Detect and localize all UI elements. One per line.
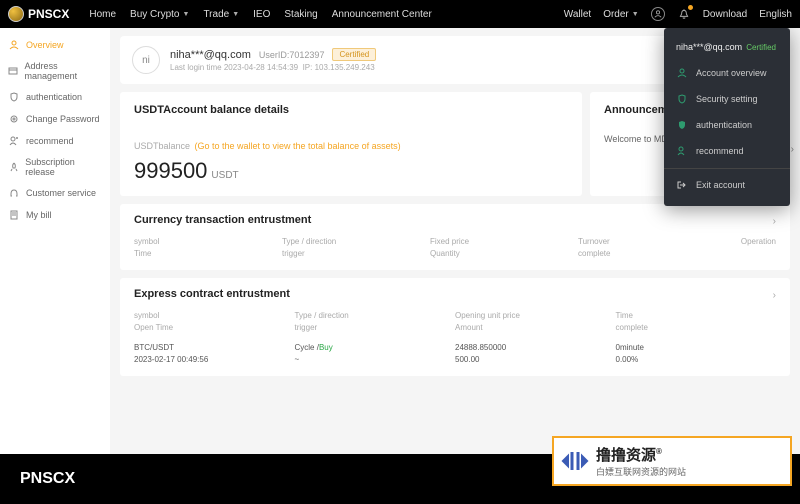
invite-icon bbox=[8, 135, 20, 147]
footer-brand: PNSCX bbox=[20, 470, 75, 488]
invite-icon bbox=[676, 145, 688, 157]
nav-announcement[interactable]: Announcement Center bbox=[332, 9, 432, 20]
headset-icon bbox=[8, 187, 20, 199]
nav-staking[interactable]: Staking bbox=[284, 9, 317, 20]
main-content: ni niha***@qq.com UserID:7012397 Certifi… bbox=[110, 28, 800, 454]
chevron-right-icon[interactable]: › bbox=[773, 216, 776, 227]
bell-icon[interactable] bbox=[677, 7, 691, 21]
user-icon bbox=[8, 39, 20, 51]
caret-down-icon: ▼ bbox=[232, 11, 239, 18]
check-shield-icon bbox=[676, 119, 688, 131]
shield-icon bbox=[8, 91, 20, 103]
sidebar: Overview Address management authenticati… bbox=[0, 28, 110, 454]
avatar: ni bbox=[132, 46, 160, 74]
watermark-icon bbox=[560, 446, 590, 476]
nav-buy-crypto[interactable]: Buy Crypto▼ bbox=[130, 9, 189, 20]
caret-down-icon: ▼ bbox=[632, 11, 639, 18]
brand-name: PNSCX bbox=[28, 7, 69, 21]
nav-home[interactable]: Home bbox=[89, 9, 116, 20]
logo-icon bbox=[8, 6, 24, 22]
table-row: BTC/USDT2023-02-17 00:49:56 Cycle /Buy~ … bbox=[134, 342, 776, 366]
dropdown-recommend[interactable]: recommend bbox=[664, 138, 790, 164]
rocket-icon bbox=[8, 161, 19, 173]
user-icon bbox=[676, 67, 688, 79]
sidebar-recommend[interactable]: recommend bbox=[0, 130, 110, 152]
wallet-link[interactable]: (Go to the wallet to view the total bala… bbox=[194, 141, 400, 151]
nav-download[interactable]: Download bbox=[703, 9, 747, 20]
brand-logo[interactable]: PNSCX bbox=[8, 6, 69, 22]
sidebar-change-password[interactable]: Change Password bbox=[0, 108, 110, 130]
sidebar-bill[interactable]: My bill bbox=[0, 204, 110, 226]
nav-language[interactable]: English bbox=[759, 9, 792, 20]
sidebar-overview[interactable]: Overview bbox=[0, 34, 110, 56]
balance-panel: USDTAccount balance details USDTbalance … bbox=[120, 92, 582, 196]
dropdown-overview[interactable]: Account overview bbox=[664, 60, 790, 86]
gear-icon bbox=[8, 113, 20, 125]
account-dropdown: niha***@qq.comCertified Account overview… bbox=[664, 28, 790, 206]
dropdown-auth[interactable]: authentication bbox=[664, 112, 790, 138]
exit-icon bbox=[676, 179, 688, 191]
nav-trade[interactable]: Trade▼ bbox=[203, 9, 239, 20]
shield-icon bbox=[676, 93, 688, 105]
caret-down-icon: ▼ bbox=[183, 11, 190, 18]
sidebar-auth[interactable]: authentication bbox=[0, 86, 110, 108]
sidebar-subscription[interactable]: Subscription release bbox=[0, 152, 110, 182]
doc-icon bbox=[8, 209, 20, 221]
balance-title: USDTAccount balance details bbox=[134, 104, 568, 116]
user-id: 7012397 bbox=[289, 50, 324, 60]
certified-badge: Certified bbox=[332, 48, 376, 61]
nav-wallet[interactable]: Wallet bbox=[564, 9, 591, 20]
sidebar-address[interactable]: Address management bbox=[0, 56, 110, 86]
dropdown-exit[interactable]: Exit account bbox=[664, 168, 790, 198]
dropdown-security[interactable]: Security setting bbox=[664, 86, 790, 112]
balance-amount: 999500USDT bbox=[134, 158, 568, 184]
currency-entrust-panel: Currency transaction entrustment › symbo… bbox=[120, 204, 790, 270]
notification-dot bbox=[688, 5, 693, 10]
express-entrust-panel: Express contract entrustment › symbolOpe… bbox=[120, 278, 790, 376]
card-icon bbox=[8, 65, 19, 77]
chevron-right-icon[interactable]: › bbox=[791, 144, 794, 155]
watermark: 撸撸资源® 白嫖互联网资源的网站 bbox=[552, 436, 792, 486]
user-email: niha***@qq.com bbox=[170, 49, 251, 61]
nav-order[interactable]: Order▼ bbox=[603, 9, 639, 20]
dropdown-email: niha***@qq.comCertified bbox=[664, 36, 790, 60]
sidebar-customer[interactable]: Customer service bbox=[0, 182, 110, 204]
nav-ieo[interactable]: IEO bbox=[253, 9, 270, 20]
chevron-right-icon[interactable]: › bbox=[773, 290, 776, 301]
top-navigation: PNSCX Home Buy Crypto▼ Trade▼ IEO Stakin… bbox=[0, 0, 800, 28]
user-icon[interactable] bbox=[651, 7, 665, 21]
